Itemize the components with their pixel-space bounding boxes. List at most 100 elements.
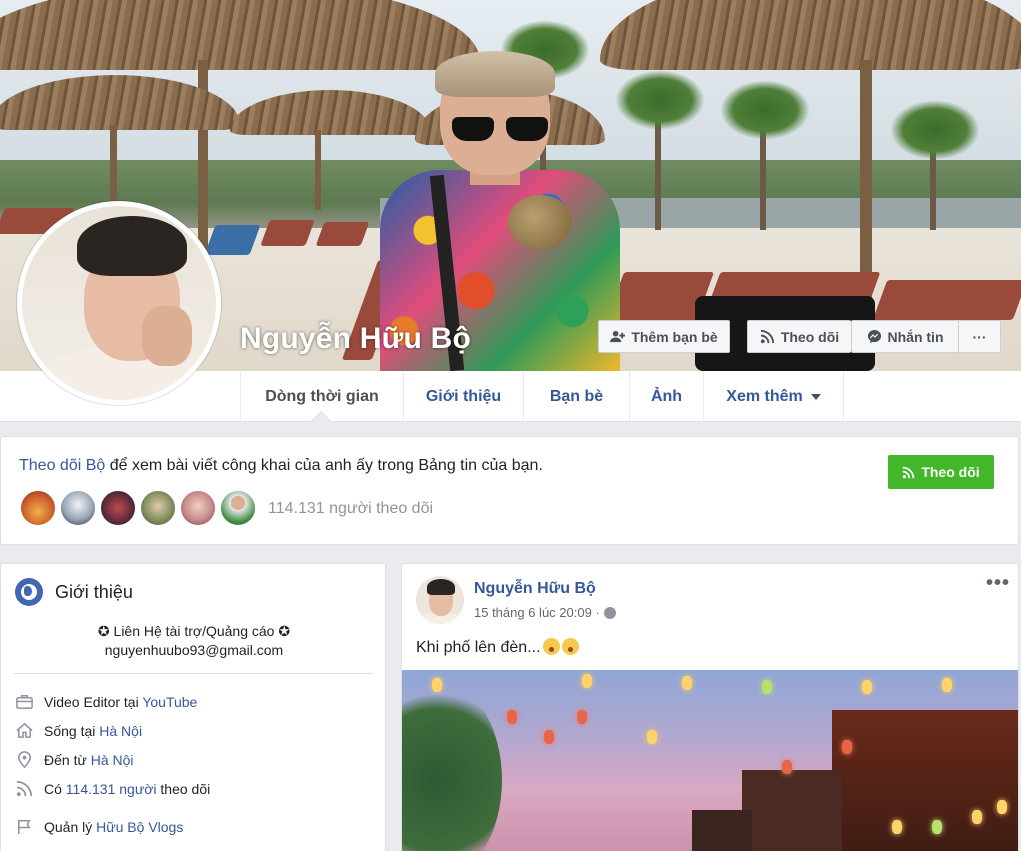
message-button[interactable]: Nhắn tin: [851, 320, 958, 353]
home-icon: [16, 722, 33, 738]
lantern: [842, 740, 852, 754]
beach-chair: [260, 220, 315, 246]
coconut: [508, 195, 572, 249]
add-friend-icon: [610, 330, 626, 343]
location-pin-icon: [18, 751, 31, 769]
info-suffix: theo dõi: [156, 780, 211, 797]
post-body: Khi phố lên đèn...: [416, 639, 541, 656]
photo-building: [742, 770, 842, 851]
lantern: [647, 730, 657, 744]
follower-avatar[interactable]: [179, 489, 217, 527]
add-friend-button[interactable]: Thêm bạn bè: [598, 320, 730, 353]
profile-name[interactable]: Nguyễn Hữu Bộ: [240, 322, 471, 356]
post-timestamp[interactable]: 15 tháng 6 lúc 20:09 ·: [474, 605, 616, 620]
follower-avatars: [19, 489, 259, 527]
message-label: Nhắn tin: [887, 328, 944, 345]
follow-button-label: Theo dõi: [921, 464, 980, 480]
info-link[interactable]: Hà Nội: [91, 752, 134, 768]
globe-icon: [15, 578, 43, 606]
flag-icon: [18, 819, 31, 835]
photo-building: [692, 810, 752, 851]
cover-umbrella: [600, 0, 1021, 70]
follow-button[interactable]: Theo dõi: [888, 455, 994, 489]
post-options-icon[interactable]: •••: [986, 572, 1010, 595]
lantern: [682, 676, 692, 690]
lantern: [432, 678, 442, 692]
follower-avatar[interactable]: [59, 489, 97, 527]
divider: [13, 673, 373, 674]
info-lives: Sống tại Hà Nội: [15, 721, 142, 740]
beach-chair: [315, 222, 370, 246]
cover-umbrella-pole: [860, 60, 872, 300]
messenger-icon: [867, 329, 881, 344]
lantern: [932, 820, 942, 834]
photo-building: [832, 710, 1018, 851]
follower-avatar[interactable]: [99, 489, 137, 527]
info-prefix: Có: [44, 780, 66, 797]
info-link[interactable]: 114.131 người: [66, 781, 157, 797]
post-photo[interactable]: [402, 670, 1018, 851]
lantern: [942, 678, 952, 692]
briefcase-icon: [16, 695, 33, 709]
post-time-text: 15 tháng 6 lúc 20:09 ·: [474, 605, 600, 620]
profile-picture[interactable]: [17, 201, 221, 405]
avatar-hand: [142, 306, 192, 366]
follow-prompt: Theo dõi Bộ để xem bài viết công khai củ…: [19, 457, 543, 475]
tab-photos-label: Ảnh: [650, 387, 683, 405]
palm-frond: [720, 80, 810, 140]
follow-cover-button[interactable]: Theo dõi: [747, 320, 851, 353]
caret-down-icon: [810, 393, 821, 400]
post-text: Khi phố lên đèn...: [416, 638, 579, 657]
tab-about[interactable]: Giới thiệu: [403, 371, 523, 422]
cover-umbrella-pole: [315, 130, 321, 210]
post-author[interactable]: Nguyễn Hữu Bộ: [474, 580, 596, 598]
info-from: Đến từ Hà Nội: [15, 750, 134, 769]
follower-avatar[interactable]: [139, 489, 177, 527]
follower-avatar[interactable]: [19, 489, 57, 527]
rss-icon: [760, 329, 774, 344]
avatar-hair: [77, 216, 187, 276]
cover-umbrella-pole: [110, 125, 117, 205]
lantern: [972, 810, 982, 824]
follow-prompt-text: để xem bài viết công khai của anh ấy tro…: [105, 457, 543, 474]
info-link[interactable]: Hữu Bộ Vlogs: [96, 819, 183, 835]
info-followers: Có 114.131 người theo dõi: [15, 779, 210, 798]
more-options-button[interactable]: ···: [958, 320, 1001, 353]
info-work: Video Editor tại YouTube: [15, 692, 197, 711]
person-hair: [435, 51, 555, 97]
info-prefix: Quản lý: [44, 818, 97, 835]
tab-photos[interactable]: Ảnh: [629, 371, 703, 422]
follower-avatar[interactable]: [219, 489, 257, 527]
info-prefix: Video Editor tại: [44, 693, 143, 710]
post-card: Nguyễn Hữu Bộ 15 tháng 6 lúc 20:09 · •••…: [401, 563, 1019, 851]
tab-more[interactable]: Xem thêm: [703, 371, 844, 422]
info-prefix: Đến từ: [44, 751, 91, 768]
sunglasses: [452, 117, 548, 141]
intro-header: Giới thiệu: [15, 578, 133, 606]
follower-count[interactable]: 114.131 người theo dõi: [268, 500, 433, 518]
tab-friends[interactable]: Bạn bè: [523, 371, 629, 422]
bio-email: nguyenhuubo93@gmail.com: [104, 642, 284, 658]
bio-line: ✪ Liên Hệ tài trợ/Quảng cáo ✪: [97, 623, 291, 639]
follow-cover-label: Theo dõi: [780, 328, 840, 345]
lantern: [507, 710, 517, 724]
bio: ✪ Liên Hệ tài trợ/Quảng cáo ✪ nguyenhuub…: [1, 622, 387, 660]
tab-friends-label: Bạn bè: [549, 387, 604, 405]
info-link[interactable]: Hà Nội: [99, 723, 142, 739]
avatar-image: [22, 206, 216, 400]
intro-card: Giới thiệu ✪ Liên Hệ tài trợ/Quảng cáo ✪…: [0, 563, 386, 851]
info-manages: Quản lý Hữu Bộ Vlogs: [15, 817, 183, 836]
photo-tree: [402, 680, 502, 851]
public-globe-icon: [603, 606, 616, 619]
emoji-icon: [542, 638, 560, 655]
intro-title: Giới thiệu: [55, 581, 133, 602]
palm-frond: [890, 100, 980, 160]
lantern: [997, 800, 1007, 814]
rss-icon: [903, 466, 915, 478]
tab-more-label: Xem thêm: [726, 387, 803, 405]
info-link[interactable]: YouTube: [142, 694, 197, 710]
lantern: [862, 680, 872, 694]
post-author-avatar[interactable]: [416, 576, 464, 624]
lantern: [762, 680, 772, 694]
follow-link[interactable]: Theo dõi Bộ: [19, 457, 105, 474]
